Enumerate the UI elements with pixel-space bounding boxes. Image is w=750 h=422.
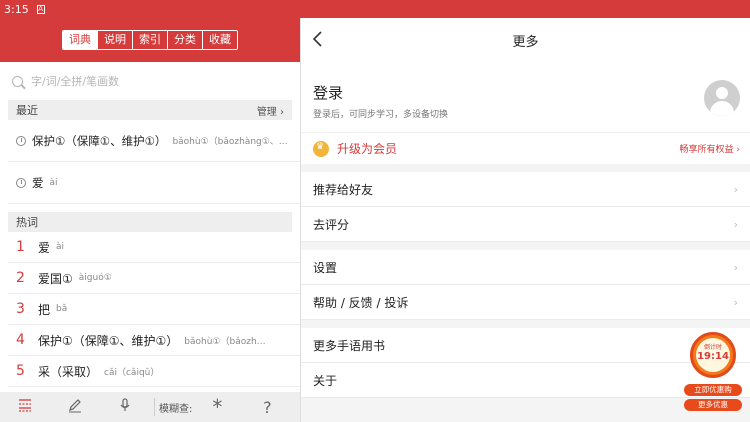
chevron-right-icon: › <box>733 260 738 274</box>
search-placeholder: 字/词/全拼/笔画数 <box>31 75 120 88</box>
avatar[interactable] <box>704 80 740 116</box>
hot-pinyin: bǎ <box>56 304 68 314</box>
login-subtitle: 登录后，可同步学习，多设备切换 <box>313 110 449 120</box>
countdown-label: 倒计时 <box>703 344 722 351</box>
recent-pinyin: ài <box>49 177 58 188</box>
dictionary-pane: 词典 说明 索引 分类 收藏 字/词/全拼/笔画数 最近 管理 › 保护①（保障… <box>0 18 300 422</box>
dictionary-header: 词典 说明 索引 分类 收藏 <box>0 18 300 62</box>
promo-countdown-widget[interactable]: 倒计时 19:14 立即优惠购 更多优惠 <box>682 328 744 414</box>
hot-rank: 4 <box>16 332 25 348</box>
tab-category[interactable]: 分类 <box>167 31 202 49</box>
wildcard-star-button[interactable]: * <box>192 395 242 419</box>
hot-item[interactable]: 3 把 bǎ <box>8 294 300 325</box>
hot-header: 热词 <box>8 212 292 232</box>
recent-word: 爱 <box>32 175 44 190</box>
hot-title: 热词 <box>16 216 38 229</box>
vip-benefits: 畅享所有权益 › <box>679 145 740 155</box>
vip-label: 升级为会员 <box>337 142 398 156</box>
login-row[interactable]: 登录 登录后，可同步学习，多设备切换 <box>301 62 750 132</box>
search-input[interactable]: 字/词/全拼/笔画数 <box>0 62 300 100</box>
vip-upgrade-row[interactable]: 升级为会员 畅享所有权益 › <box>301 132 750 164</box>
page-title: 更多 <box>512 34 539 50</box>
recent-item[interactable]: 爱 ài <box>8 162 300 204</box>
notification-icon: A <box>36 4 45 14</box>
manage-button[interactable]: 管理 › <box>257 103 284 118</box>
back-arrow-icon[interactable] <box>311 30 323 48</box>
chevron-right-icon: › <box>733 295 738 309</box>
bottom-toolbar: 模糊查: * ? <box>0 392 300 422</box>
microphone-icon <box>120 398 130 411</box>
row-label: 设置 <box>313 260 338 275</box>
status-bar: 3:15 A <box>0 0 750 18</box>
row-label: 关于 <box>313 373 338 388</box>
tab-index[interactable]: 索引 <box>132 31 167 49</box>
handwrite-button[interactable] <box>50 397 100 417</box>
hot-pinyin: cǎi（cǎiqǔ） <box>104 367 160 378</box>
row-label: 推荐给好友 <box>313 182 374 197</box>
hot-rank: 2 <box>16 270 25 286</box>
help-feedback-row[interactable]: 帮助 / 反馈 / 投诉 › <box>301 285 750 320</box>
hot-pinyin: ài <box>56 242 65 252</box>
pen-icon <box>69 399 81 413</box>
recommend-friends-row[interactable]: 推荐给好友 › <box>301 172 750 207</box>
hot-word: 把 <box>38 302 51 317</box>
chevron-right-icon: › <box>733 217 738 231</box>
clock-icon <box>16 135 26 146</box>
countdown-face: 倒计时 19:14 <box>696 338 730 372</box>
hot-item[interactable]: 5 采（采取） cǎi（cǎiqǔ） <box>8 356 300 387</box>
toolbar-divider <box>154 398 155 416</box>
avatar-head <box>716 87 728 99</box>
more-pane: 更多 登录 登录后，可同步学习，多设备切换 升级为会员 畅享所有权益 › 推荐给… <box>300 18 750 422</box>
search-icon <box>12 75 23 87</box>
hot-rank: 3 <box>16 301 25 317</box>
avatar-body <box>710 101 734 116</box>
settings-row[interactable]: 设置 › <box>301 250 750 285</box>
countdown-time: 19:14 <box>697 351 729 362</box>
voice-button[interactable] <box>100 397 150 417</box>
tab-segment: 词典 说明 索引 分类 收藏 <box>62 30 238 50</box>
hot-item[interactable]: 4 保护①（保障①、维护①） bǎohù①（bǎozh… <box>8 325 300 356</box>
row-label: 帮助 / 反馈 / 投诉 <box>313 295 409 310</box>
tab-favorites[interactable]: 收藏 <box>202 31 237 49</box>
row-label: 去评分 <box>313 217 350 232</box>
hot-pinyin: bǎohù①（bǎozh… <box>184 336 266 347</box>
recent-header: 最近 管理 › <box>8 100 292 120</box>
status-time: 3:15 <box>4 2 29 16</box>
chevron-right-icon: › <box>733 182 738 196</box>
hot-word: 保护①（保障①、维护①） <box>38 333 179 348</box>
fuzzy-search-label: 模糊查: <box>159 403 193 415</box>
tab-instructions[interactable]: 说明 <box>97 31 132 49</box>
recent-pinyin: bǎohù①（bǎozhàng①、… <box>172 137 288 147</box>
hot-word: 爱 <box>38 240 51 255</box>
hot-item[interactable]: 2 爱国① àiguó① <box>8 263 300 294</box>
crown-icon <box>313 140 329 157</box>
more-navbar: 更多 <box>301 18 750 62</box>
row-label: 更多手语用书 <box>313 338 386 353</box>
login-title: 登录 <box>313 84 344 102</box>
hot-word: 采（采取） <box>38 364 99 379</box>
handwriting-strokes-button[interactable] <box>0 397 50 417</box>
recent-title: 最近 <box>16 104 38 117</box>
hot-rank: 5 <box>16 363 25 379</box>
more-offers-button[interactable]: 更多优惠 <box>684 399 742 411</box>
buy-now-button[interactable]: 立即优惠购 <box>684 384 742 396</box>
recent-word: 保护①（保障①、维护①） <box>32 133 167 148</box>
wildcard-question-button[interactable]: ? <box>242 398 292 417</box>
hot-pinyin: àiguó① <box>78 273 112 283</box>
hot-item[interactable]: 1 爱 ài <box>8 232 300 263</box>
tab-dictionary[interactable]: 词典 <box>63 31 97 49</box>
hot-rank: 1 <box>16 239 25 255</box>
clock-icon <box>16 177 26 188</box>
rate-app-row[interactable]: 去评分 › <box>301 207 750 242</box>
hot-word: 爱国① <box>38 271 73 286</box>
strokes-icon <box>19 399 31 412</box>
recent-item[interactable]: 保护①（保障①、维护①） bǎohù①（bǎozhàng①、… <box>8 120 300 162</box>
